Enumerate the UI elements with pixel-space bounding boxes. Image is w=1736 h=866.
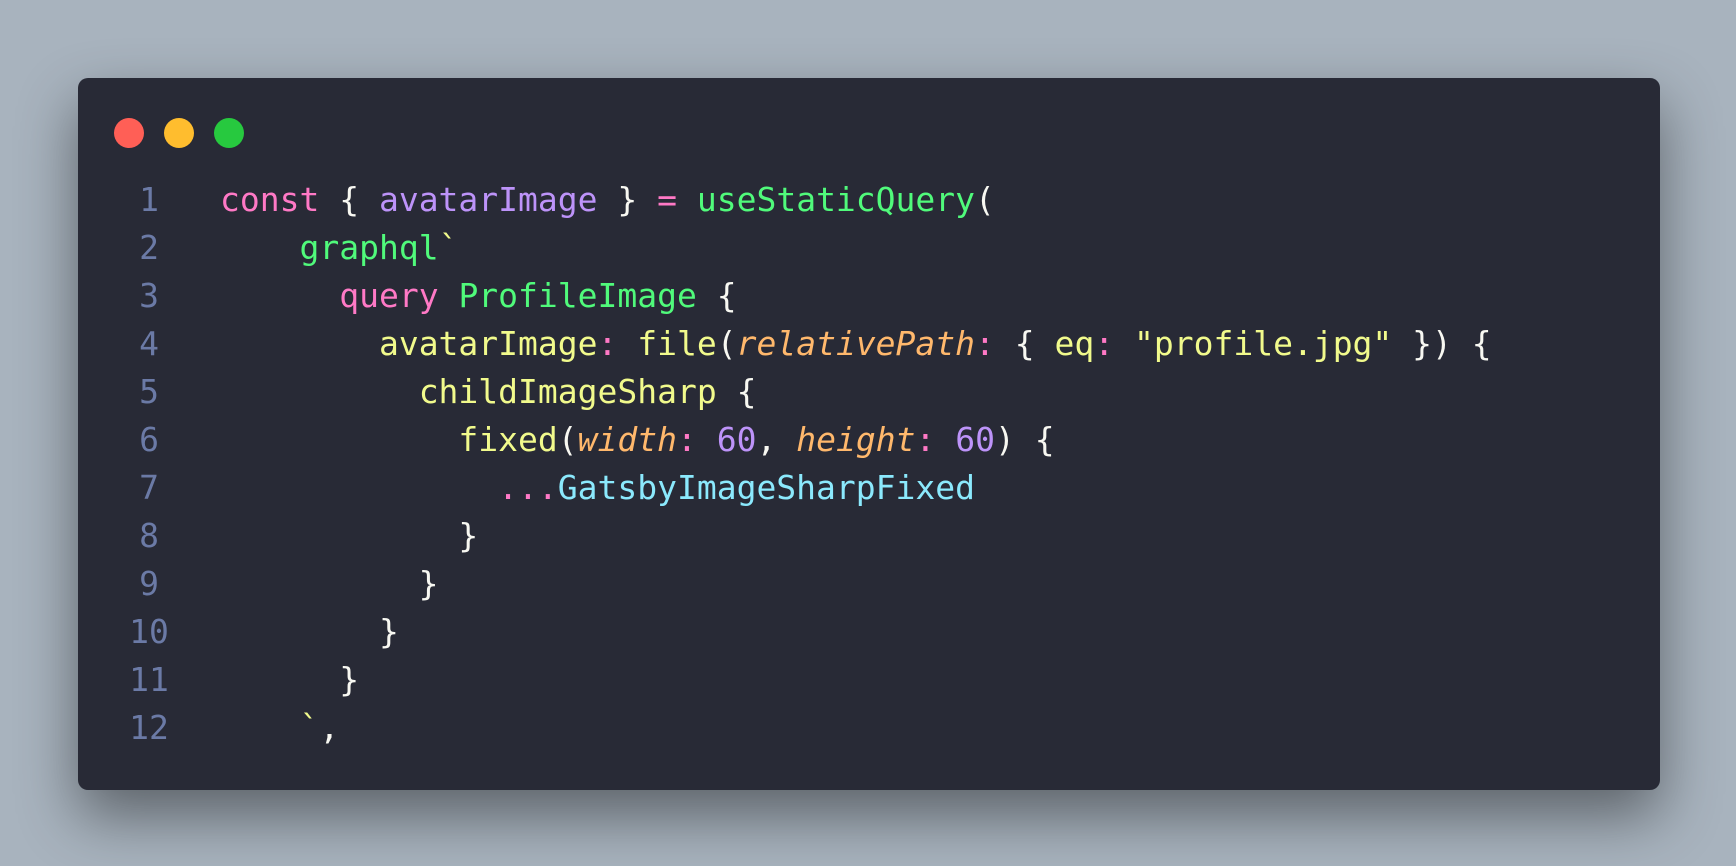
line-number: 4 bbox=[139, 324, 159, 363]
code-line: 9 } bbox=[78, 560, 1660, 608]
code-token: : bbox=[975, 324, 995, 363]
code-line-content: ...GatsbyImageSharpFixed bbox=[220, 464, 1660, 512]
close-dot[interactable] bbox=[114, 118, 144, 148]
line-number: 7 bbox=[139, 468, 159, 507]
code-token: ... bbox=[498, 468, 558, 507]
code-line: 2 graphql` bbox=[78, 224, 1660, 272]
code-token: width bbox=[577, 420, 677, 459]
code-token: query bbox=[339, 276, 439, 315]
code-line-content: const { avatarImage } = useStaticQuery( bbox=[220, 176, 1660, 224]
line-number: 12 bbox=[129, 708, 169, 747]
code-line: 3 query ProfileImage { bbox=[78, 272, 1660, 320]
code-token: { bbox=[994, 324, 1055, 363]
code-line-content: childImageSharp { bbox=[220, 368, 1660, 416]
code-token: : bbox=[597, 324, 618, 363]
code-token: GatsbyImageSharpFixed bbox=[557, 468, 975, 507]
code-token: , bbox=[319, 708, 340, 747]
code-token: childImageSharp bbox=[418, 372, 717, 411]
code-token: : bbox=[1094, 324, 1115, 363]
line-number: 3 bbox=[139, 276, 159, 315]
code-line-content: } bbox=[220, 560, 1660, 608]
code-line: 4 avatarImage: file(relativePath: { eq: … bbox=[78, 320, 1660, 368]
code-token: } bbox=[220, 612, 399, 651]
code-token: useStaticQuery bbox=[696, 180, 976, 219]
code-token: file bbox=[637, 324, 717, 363]
code-token: : bbox=[915, 420, 936, 459]
code-line-content: fixed(width: 60, height: 60) { bbox=[220, 416, 1660, 464]
code-line: 5 childImageSharp { bbox=[78, 368, 1660, 416]
line-number: 9 bbox=[139, 564, 159, 603]
code-token: { bbox=[319, 180, 379, 219]
code-token: = bbox=[657, 180, 677, 219]
code-token: relativePath bbox=[736, 324, 976, 363]
code-token: } bbox=[220, 564, 439, 603]
line-number: 2 bbox=[139, 228, 159, 267]
code-token: ( bbox=[716, 324, 737, 363]
code-token: }) { bbox=[1392, 324, 1492, 363]
code-line: 8 } bbox=[78, 512, 1660, 560]
code-token: : bbox=[676, 420, 697, 459]
window-titlebar bbox=[114, 118, 264, 148]
code-token: fixed bbox=[458, 420, 558, 459]
code-token: graphql bbox=[299, 228, 439, 267]
code-token: } bbox=[220, 516, 479, 555]
code-window: 1 const { avatarImage } = useStaticQuery(… bbox=[78, 78, 1660, 790]
code-token: ) { bbox=[994, 420, 1055, 459]
code-line: 1 const { avatarImage } = useStaticQuery( bbox=[78, 176, 1660, 224]
code-token: { bbox=[696, 276, 737, 315]
code-line-content: } bbox=[220, 512, 1660, 560]
code-token: } bbox=[597, 180, 658, 219]
line-number: 1 bbox=[139, 180, 159, 219]
line-number: 11 bbox=[129, 660, 169, 699]
line-number: 6 bbox=[139, 420, 159, 459]
code-token: avatarImage bbox=[378, 324, 598, 363]
code-token: ProfileImage bbox=[458, 276, 697, 315]
code-line-content: graphql` bbox=[220, 224, 1660, 272]
code-line: 7 ...GatsbyImageSharpFixed bbox=[78, 464, 1660, 512]
code-token: 60 bbox=[716, 420, 757, 459]
code-token: ( bbox=[975, 180, 995, 219]
code-line: 11 } bbox=[78, 656, 1660, 704]
maximize-dot[interactable] bbox=[214, 118, 244, 148]
code-token: avatarImage bbox=[378, 180, 598, 219]
line-number: 5 bbox=[139, 372, 159, 411]
code-editor: 1 const { avatarImage } = useStaticQuery(… bbox=[78, 176, 1660, 752]
code-token: eq bbox=[1054, 324, 1095, 363]
code-token: 60 bbox=[955, 420, 995, 459]
code-token: const bbox=[220, 180, 320, 219]
minimize-dot[interactable] bbox=[164, 118, 194, 148]
code-line: 10 } bbox=[78, 608, 1660, 656]
code-token: } bbox=[220, 660, 360, 699]
code-token: ( bbox=[557, 420, 578, 459]
code-token: { bbox=[716, 372, 757, 411]
code-line-content: } bbox=[220, 656, 1660, 704]
code-line-content: avatarImage: file(relativePath: { eq: "p… bbox=[220, 320, 1660, 368]
code-line: 12 `, bbox=[78, 704, 1660, 752]
code-line-content: } bbox=[220, 608, 1660, 656]
code-token: , bbox=[756, 420, 797, 459]
code-token: ` bbox=[438, 228, 459, 267]
code-line-content: `, bbox=[220, 704, 1660, 752]
code-line: 6 fixed(width: 60, height: 60) { bbox=[78, 416, 1660, 464]
line-number: 8 bbox=[139, 516, 159, 555]
code-token: "profile.jpg" bbox=[1134, 324, 1393, 363]
line-number: 10 bbox=[129, 612, 169, 651]
code-line-content: query ProfileImage { bbox=[220, 272, 1660, 320]
code-token: height bbox=[796, 420, 916, 459]
code-token: ` bbox=[220, 708, 320, 747]
